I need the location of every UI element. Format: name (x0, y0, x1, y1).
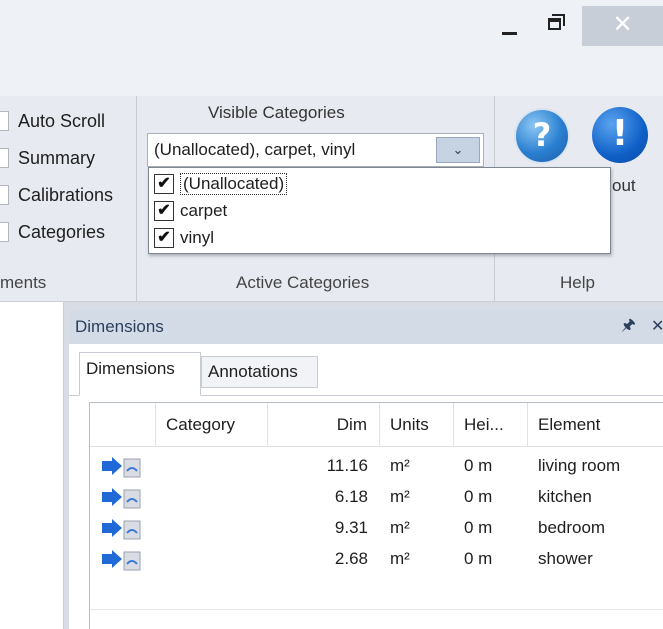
combo-value: (Unallocated), carpet, vinyl (154, 140, 356, 159)
row-divider (90, 609, 663, 610)
visible-categories-combo[interactable]: (Unallocated), carpet, vinyl ⌄ (147, 133, 484, 167)
close-button[interactable]: ✕ (582, 6, 663, 46)
table-row[interactable]: 6.18 m² 0 m kitchen (90, 482, 663, 513)
category-cell[interactable] (156, 451, 268, 482)
table-row[interactable]: 11.16 m² 0 m living room (90, 451, 663, 482)
calibrations-checkbox[interactable]: Calibrations (0, 180, 113, 210)
active-categories-group-label: Active Categories (236, 273, 370, 292)
auto-scroll-checkbox[interactable]: Auto Scroll (0, 106, 105, 136)
checkbox-icon (0, 185, 9, 205)
category-cell[interactable] (156, 482, 268, 513)
header-category[interactable]: Category (156, 403, 268, 446)
dimension-type-icon (102, 457, 141, 478)
restore-icon (548, 18, 561, 30)
dim-cell: 6.18 (334, 487, 368, 506)
close-icon: ✕ (612, 11, 633, 38)
help-button[interactable]: ? (514, 108, 570, 164)
ribbon-tab-area (0, 50, 663, 96)
dim-cell: 11.16 (326, 456, 368, 475)
calibrations-label: Calibrations (18, 184, 114, 205)
table-row[interactable]: 9.31 m² 0 m bedroom (90, 513, 663, 544)
checkbox-checked-icon[interactable]: ✔ (154, 201, 174, 221)
element-cell: kitchen (538, 487, 592, 506)
auto-scroll-label: Auto Scroll (18, 110, 106, 131)
table-row[interactable]: 2.68 m² 0 m shower (90, 544, 663, 575)
pin-icon[interactable]: 🖈 (621, 314, 636, 341)
height-cell: 0 m (464, 456, 493, 475)
panel-title: Dimensions (75, 317, 164, 336)
header-element[interactable]: Element (528, 403, 663, 446)
minimize-icon (502, 32, 517, 35)
units-cell: m² (390, 518, 410, 537)
title-bar: ✕ (0, 0, 663, 50)
category-cell[interactable] (156, 513, 268, 544)
tab-dimensions[interactable]: Dimensions (79, 352, 201, 396)
units-cell: m² (390, 549, 410, 568)
option-label: (Unallocated) (180, 173, 288, 195)
visible-categories-title: Visible Categories (208, 103, 345, 122)
checkbox-icon (0, 148, 9, 168)
option-label: carpet (180, 201, 228, 220)
checkbox-icon (0, 111, 9, 131)
height-cell: 0 m (464, 549, 493, 568)
category-option-carpet[interactable]: ✔ carpet (154, 198, 227, 224)
checkbox-checked-icon[interactable]: ✔ (154, 174, 174, 194)
dim-cell: 9.31 (334, 518, 368, 537)
left-pane (0, 302, 64, 629)
about-button[interactable]: ! (592, 107, 648, 163)
dimensions-grid: Category Dim Units Hei... Element 11.16 … (89, 402, 663, 629)
header-dim[interactable]: Dim (268, 403, 380, 446)
chevron-down-icon[interactable]: ⌄ (436, 137, 480, 163)
categories-checkbox[interactable]: Categories (0, 217, 105, 247)
tab-strip: Dimensions Annotations (69, 344, 663, 396)
view-group-label: ments (0, 273, 47, 292)
categories-dropdown: ✔ (Unallocated) ✔ carpet ✔ vinyl (148, 167, 611, 254)
dim-cell: 2.68 (334, 549, 368, 568)
summary-checkbox[interactable]: Summary (0, 143, 95, 173)
category-option-unallocated[interactable]: ✔ (Unallocated) (154, 171, 288, 197)
checkbox-checked-icon[interactable]: ✔ (154, 228, 174, 248)
dimension-type-icon (102, 519, 141, 540)
element-cell: living room (538, 456, 621, 475)
option-label: vinyl (180, 228, 215, 247)
header-icon-column (90, 403, 156, 446)
panel-header: Dimensions 🖈 ✕ (69, 310, 663, 344)
tab-annotations[interactable]: Annotations (201, 356, 318, 388)
dimension-type-icon (102, 550, 141, 571)
grid-header: Category Dim Units Hei... Element (90, 403, 663, 447)
help-group-label: Help (560, 273, 595, 292)
close-icon[interactable]: ✕ (651, 316, 663, 335)
ribbon-separator (136, 96, 137, 301)
about-label: out (612, 176, 636, 195)
summary-label: Summary (18, 147, 96, 168)
element-cell: shower (538, 549, 593, 568)
categories-label: Categories (18, 221, 106, 242)
units-cell: m² (390, 456, 410, 475)
height-cell: 0 m (464, 487, 493, 506)
dimension-type-icon (102, 488, 141, 509)
header-height[interactable]: Hei... (454, 403, 528, 446)
category-option-vinyl[interactable]: ✔ vinyl (154, 225, 214, 251)
category-cell[interactable] (156, 544, 268, 575)
units-cell: m² (390, 487, 410, 506)
element-cell: bedroom (538, 518, 606, 537)
checkbox-icon (0, 222, 9, 242)
height-cell: 0 m (464, 518, 493, 537)
header-units[interactable]: Units (380, 403, 454, 446)
dimensions-panel: Dimensions 🖈 ✕ Dimensions Annotations Ca… (69, 310, 663, 629)
